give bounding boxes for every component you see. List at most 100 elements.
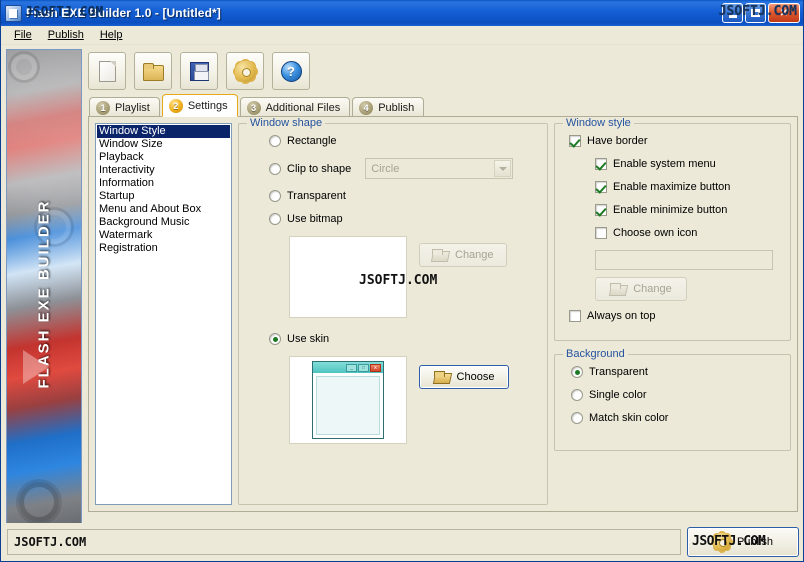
radio-clip-to-shape-label: Clip to shape bbox=[287, 162, 352, 175]
background-title: Background bbox=[563, 348, 628, 360]
list-item-startup[interactable]: Startup bbox=[97, 190, 230, 203]
skin-preview-body bbox=[316, 376, 380, 435]
radio-clip-to-shape[interactable]: Clip to shape Circle bbox=[269, 158, 537, 179]
radio-background-transparent-label: Transparent bbox=[589, 366, 648, 378]
radio-background-single-color-label: Single color bbox=[589, 389, 647, 401]
banner-gear-icon bbox=[11, 54, 37, 80]
radio-background-match-skin-color-label: Match skin color bbox=[589, 412, 669, 424]
save-floppy-icon bbox=[189, 61, 209, 81]
background-group: Background Transparent Single color Matc… bbox=[554, 348, 791, 451]
radio-rectangle[interactable]: Rectangle bbox=[269, 135, 537, 147]
open-folder-icon bbox=[432, 248, 448, 262]
tab-number: 3 bbox=[246, 101, 261, 115]
menu-item-help[interactable]: Help bbox=[92, 27, 131, 43]
tab-label: Settings bbox=[187, 99, 228, 112]
shape-combo[interactable]: Circle bbox=[365, 158, 514, 179]
radio-background-transparent[interactable]: Transparent bbox=[571, 366, 780, 378]
checkbox-enable-maximize-button-label: Enable maximize button bbox=[613, 181, 731, 193]
window-shape-column: Window shape Rectangle Clip to shape Cir… bbox=[238, 117, 548, 505]
new-button[interactable] bbox=[88, 52, 126, 90]
list-item-information[interactable]: Information bbox=[97, 177, 230, 190]
window-style-title: Window style bbox=[563, 117, 634, 129]
main-body: FLASH EXE BUILDER ? 1 Playlist 2 Setting… bbox=[1, 45, 803, 542]
list-item-interactivity[interactable]: Interactivity bbox=[97, 164, 230, 177]
checkbox-choose-own-icon-label: Choose own icon bbox=[613, 227, 698, 239]
skin-choose-button[interactable]: Choose bbox=[419, 365, 509, 389]
checkbox-have-border[interactable]: Have border bbox=[569, 135, 780, 147]
list-item-registration[interactable]: Registration bbox=[97, 242, 230, 255]
list-item-window-style[interactable]: Window Style bbox=[97, 125, 230, 138]
tab-playlist[interactable]: 1 Playlist bbox=[89, 97, 160, 118]
window-shape-group: Window shape Rectangle Clip to shape Cir… bbox=[238, 117, 548, 505]
checkbox-always-on-top-label: Always on top bbox=[587, 310, 656, 322]
checkbox-always-on-top-icon bbox=[569, 310, 581, 322]
skin-choose-label: Choose bbox=[456, 371, 495, 383]
open-folder-icon bbox=[143, 62, 164, 81]
tab-additional-files[interactable]: 3 Additional Files bbox=[239, 97, 351, 118]
radio-transparent-shape-label: Transparent bbox=[287, 190, 346, 202]
minimize-button[interactable] bbox=[722, 3, 743, 23]
tab-publish[interactable]: 4 Publish bbox=[352, 97, 425, 118]
settings-category-list[interactable]: Window Style Window Size Playback Intera… bbox=[95, 123, 232, 505]
publish-gear-icon bbox=[712, 533, 731, 551]
radio-transparent-shape[interactable]: Transparent bbox=[269, 190, 537, 202]
radio-background-single-color-icon bbox=[571, 389, 583, 401]
checkbox-enable-maximize-button-icon bbox=[595, 181, 607, 193]
right-column: Window style Have border Enable system m… bbox=[554, 117, 791, 505]
app-icon[interactable] bbox=[5, 4, 22, 22]
icon-path-input[interactable] bbox=[595, 250, 773, 270]
radio-clip-to-shape-icon bbox=[269, 162, 281, 175]
checkbox-enable-minimize-button[interactable]: Enable minimize button bbox=[595, 204, 780, 216]
radio-background-match-skin-color[interactable]: Match skin color bbox=[571, 412, 780, 424]
skin-maximize-icon: □ bbox=[358, 363, 369, 372]
tab-label: Additional Files bbox=[265, 102, 341, 114]
tab-number: 4 bbox=[359, 101, 374, 115]
skin-preview-titlebar: _ □ x bbox=[313, 362, 383, 373]
banner-gear-icon bbox=[19, 482, 59, 522]
settings-button[interactable] bbox=[226, 52, 264, 90]
checkbox-enable-system-menu-label: Enable system menu bbox=[613, 158, 716, 170]
checkbox-choose-own-icon[interactable]: Choose own icon bbox=[595, 227, 780, 239]
list-item-playback[interactable]: Playback bbox=[97, 151, 230, 164]
list-item-window-size[interactable]: Window Size bbox=[97, 138, 230, 151]
status-field: JSOFTJ.COM bbox=[7, 529, 681, 555]
list-item-watermark[interactable]: Watermark bbox=[97, 229, 230, 242]
tab-settings[interactable]: 2 Settings bbox=[161, 94, 238, 117]
help-button[interactable]: ? bbox=[272, 52, 310, 90]
close-button[interactable]: ✕ bbox=[768, 3, 800, 23]
bitmap-preview[interactable] bbox=[289, 236, 407, 318]
icon-change-button: Change bbox=[595, 277, 687, 301]
menu-help-label: Help bbox=[99, 29, 123, 41]
radio-use-bitmap[interactable]: Use bitmap bbox=[269, 213, 537, 225]
settings-tab-page: Window Style Window Size Playback Intera… bbox=[88, 116, 798, 512]
checkbox-enable-system-menu[interactable]: Enable system menu bbox=[595, 158, 780, 170]
checkbox-enable-minimize-button-label: Enable minimize button bbox=[613, 204, 728, 216]
content-area: ? 1 Playlist 2 Settings 3 Additional Fil… bbox=[82, 45, 803, 542]
bitmap-change-label: Change bbox=[455, 249, 494, 261]
save-button[interactable] bbox=[180, 52, 218, 90]
skin-preview-window: _ □ x bbox=[312, 361, 384, 439]
list-item-background-music[interactable]: Background Music bbox=[97, 216, 230, 229]
status-bar: JSOFTJ.COM Publish JSOFTJ.COM bbox=[1, 523, 803, 561]
open-button[interactable] bbox=[134, 52, 172, 90]
radio-use-skin[interactable]: Use skin bbox=[269, 333, 537, 345]
menu-item-publish[interactable]: Publish bbox=[40, 27, 92, 43]
skin-preview[interactable]: _ □ x bbox=[289, 356, 407, 444]
publish-button[interactable]: Publish JSOFTJ.COM bbox=[687, 527, 799, 557]
tab-number: 2 bbox=[168, 98, 183, 113]
checkbox-always-on-top[interactable]: Always on top bbox=[569, 310, 780, 322]
chevron-down-icon[interactable] bbox=[494, 160, 512, 177]
menu-item-file[interactable]: File bbox=[6, 27, 40, 43]
bitmap-change-button: Change bbox=[419, 243, 507, 267]
maximize-button[interactable] bbox=[745, 3, 766, 23]
list-item-menu-and-about-box[interactable]: Menu and About Box bbox=[97, 203, 230, 216]
tab-label: Publish bbox=[378, 102, 415, 114]
menu-bar: File Publish Help bbox=[1, 26, 803, 45]
window-shape-title: Window shape bbox=[247, 117, 326, 129]
open-folder-icon bbox=[610, 282, 626, 296]
checkbox-enable-maximize-button[interactable]: Enable maximize button bbox=[595, 181, 780, 193]
application-window: Flash EXE Builder 1.0 - [Untitled*] ✕ JS… bbox=[0, 0, 804, 562]
new-document-icon bbox=[98, 60, 116, 82]
radio-background-single-color[interactable]: Single color bbox=[571, 389, 780, 401]
radio-transparent-shape-icon bbox=[269, 190, 281, 202]
